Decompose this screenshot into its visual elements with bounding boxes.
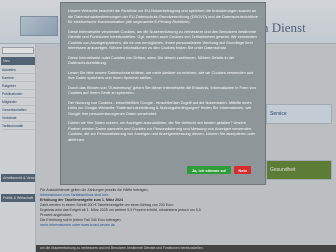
consent-paragraph: Dürfen wir Ihre Daten nutzen, um Anzeige…: [68, 120, 256, 142]
consent-paragraph: Lesen Sie bitte unsere Datenschutzrichtl…: [68, 69, 254, 81]
cookie-consent-dialog: Unsere Webseite beachtet die Richtlinie …: [60, 2, 266, 185]
consent-paragraph: Der Nutzung von Cookies - einschließlich…: [68, 99, 252, 116]
consent-buttons: Ja, ich stimme zu! Nein: [186, 166, 251, 174]
consent-paragraph: Unsere Webseite beachtet die Richtlinie …: [68, 8, 258, 24]
decline-button[interactable]: Nein: [234, 166, 251, 174]
consent-paragraph: Diese Internetseite nutzt Cookies von Dr…: [68, 54, 235, 66]
accept-button[interactable]: Ja, ich stimme zu!: [186, 166, 232, 174]
consent-paragraph: Durch das Klicken von "Zustimmung" geben…: [68, 84, 256, 96]
consent-paragraph: Diese Internetseite verwendet Cookies, u…: [68, 28, 257, 51]
